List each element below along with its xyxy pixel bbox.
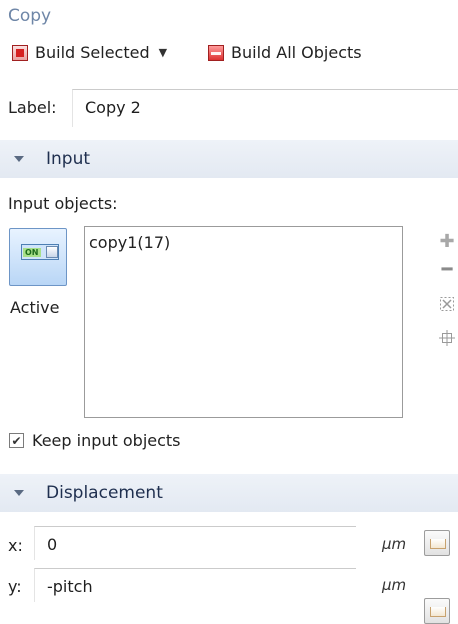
build-selected-label: Build Selected bbox=[35, 43, 150, 62]
y-unit-label: μm bbox=[382, 576, 407, 594]
x-unit-button[interactable] bbox=[424, 530, 450, 556]
build-selected-button[interactable]: Build Selected ▼ bbox=[12, 43, 167, 62]
build-selected-icon bbox=[12, 44, 28, 61]
input-objects-list[interactable]: copy1(17) bbox=[84, 226, 403, 418]
checkmark-icon: ✔ bbox=[11, 433, 22, 448]
chevron-down-icon[interactable]: ▼ bbox=[159, 46, 167, 59]
keep-input-objects-checkbox[interactable]: ✔ bbox=[9, 433, 24, 448]
clear-selection-icon[interactable] bbox=[438, 296, 456, 315]
build-all-icon bbox=[208, 44, 224, 61]
x-displacement-input[interactable]: 0 bbox=[34, 526, 356, 560]
input-section-header[interactable]: Input bbox=[0, 140, 458, 178]
displacement-section-title: Displacement bbox=[46, 483, 163, 503]
collapse-triangle-icon bbox=[14, 156, 24, 162]
y-displacement-input[interactable]: -pitch bbox=[34, 568, 356, 602]
toggle-switch-icon: ON bbox=[21, 244, 59, 260]
node-title: Copy bbox=[8, 6, 52, 26]
input-section-title: Input bbox=[46, 149, 91, 169]
active-label: Active bbox=[10, 298, 60, 317]
list-item[interactable]: copy1(17) bbox=[89, 233, 170, 252]
label-field-label: Label: bbox=[8, 98, 57, 117]
x-field-label: x: bbox=[8, 536, 23, 555]
y-unit-button[interactable] bbox=[424, 598, 450, 624]
build-all-objects-button[interactable]: Build All Objects bbox=[208, 43, 362, 62]
build-all-label: Build All Objects bbox=[231, 43, 362, 62]
add-icon[interactable]: ✚ bbox=[438, 233, 456, 251]
input-objects-label: Input objects: bbox=[8, 194, 118, 213]
label-input[interactable]: Copy 2 bbox=[72, 89, 458, 127]
x-unit-label: μm bbox=[382, 535, 407, 553]
collapse-triangle-icon bbox=[14, 490, 24, 496]
active-toggle-button[interactable]: ON bbox=[9, 228, 67, 286]
displacement-section-header[interactable]: Displacement bbox=[0, 474, 458, 512]
zoom-to-selection-icon[interactable] bbox=[438, 330, 456, 349]
keep-input-objects-label: Keep input objects bbox=[32, 431, 181, 450]
y-field-label: y: bbox=[8, 577, 22, 596]
remove-icon[interactable]: ━ bbox=[438, 261, 456, 279]
